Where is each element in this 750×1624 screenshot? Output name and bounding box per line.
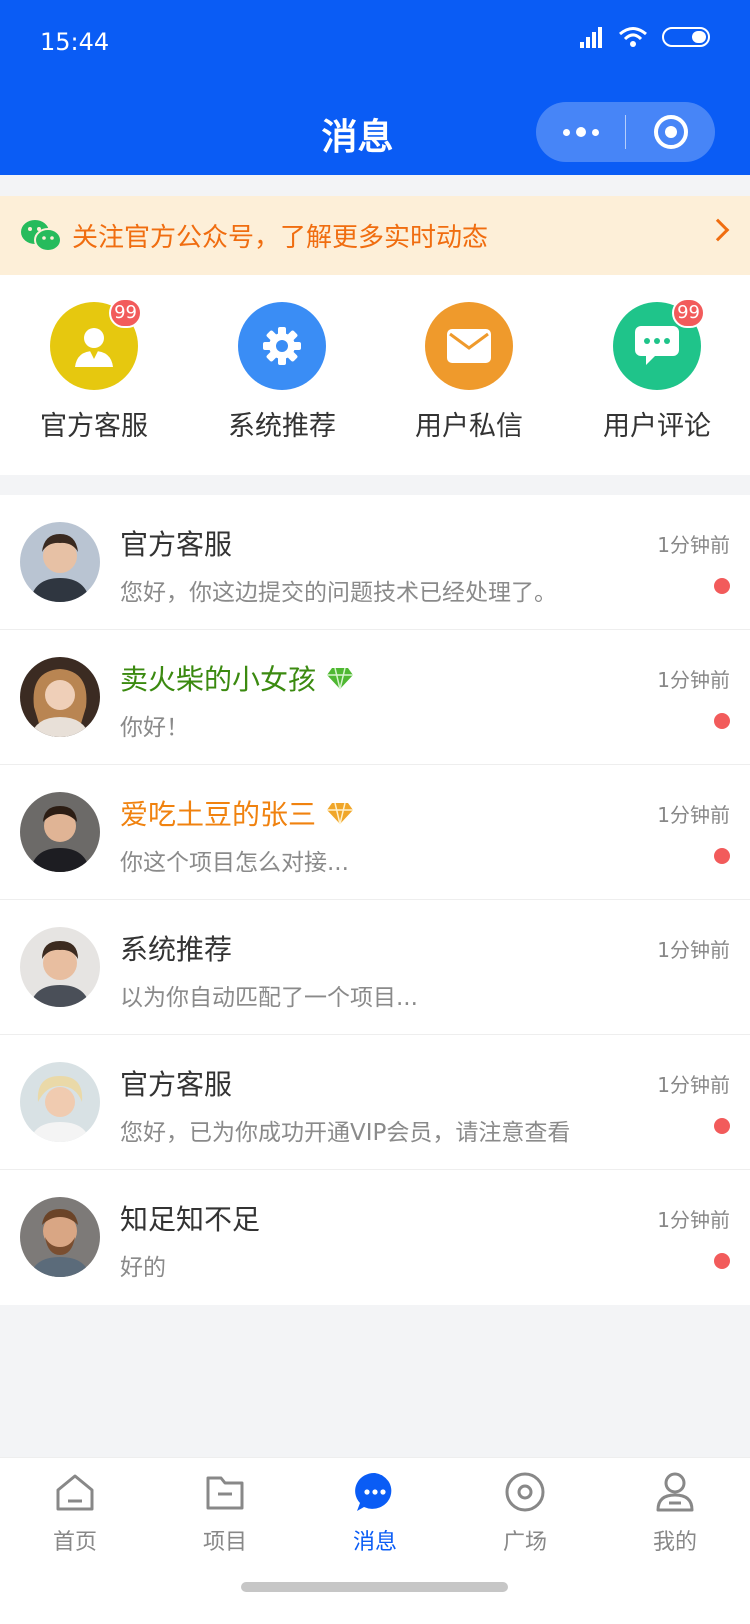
quick-label: 用户评论 <box>603 411 711 442</box>
tab-home[interactable]: 首页 <box>25 1470 125 1556</box>
close-button[interactable] <box>626 115 715 149</box>
follow-official-account-banner[interactable]: 关注官方公众号，了解更多实时动态 <box>0 196 750 275</box>
unread-dot <box>714 578 730 594</box>
wechat-icon <box>21 219 62 252</box>
message-row[interactable]: 卖火柴的小女孩 1分钟前 你好！ <box>0 630 750 765</box>
plaza-target-icon <box>505 1472 545 1512</box>
message-preview: 您好，你这边提交的问题技术已经处理了。 <box>120 580 557 606</box>
app-header: 15:44 消息 <box>0 0 750 175</box>
tab-plaza[interactable]: 广场 <box>475 1470 575 1556</box>
message-row[interactable]: 爱吃土豆的张三 1分钟前 你这个项目怎么对接... <box>0 765 750 900</box>
folder-icon <box>206 1476 244 1510</box>
contact-name: 卖火柴的小女孩 <box>120 658 354 698</box>
message-row[interactable]: 知足知不足 1分钟前 好的 <box>0 1170 750 1305</box>
mini-program-capsule <box>536 102 715 162</box>
chat-bubble-icon: 99 <box>613 298 705 390</box>
chevron-right-icon <box>706 218 730 242</box>
avatar <box>20 1062 100 1142</box>
quick-label: 系统推荐 <box>228 411 336 442</box>
message-preview: 你好！ <box>120 715 189 741</box>
message-time: 1分钟前 <box>657 533 730 557</box>
message-time: 1分钟前 <box>657 1073 730 1097</box>
home-icon <box>56 1474 94 1511</box>
avatar <box>20 1197 100 1277</box>
quick-label: 官方客服 <box>40 411 148 442</box>
message-time: 1分钟前 <box>657 938 730 962</box>
contact-name: 系统推荐 <box>120 933 233 966</box>
tab-label: 消息 <box>352 1530 397 1555</box>
tab-label: 我的 <box>652 1530 697 1555</box>
tab-profile[interactable]: 我的 <box>625 1470 725 1556</box>
support-agent-icon: 99 <box>50 298 142 390</box>
avatar <box>20 522 100 602</box>
close-target-icon <box>653 115 688 149</box>
quick-user-comments[interactable]: 99 用户评论 <box>587 298 727 443</box>
gear-icon <box>238 302 326 390</box>
unread-badge: 99 <box>672 298 705 328</box>
status-time: 15:44 <box>40 28 110 56</box>
message-time: 1分钟前 <box>657 668 730 692</box>
message-list: 官方客服 1分钟前 您好，你这边提交的问题技术已经处理了。 卖火柴的小女孩 1分… <box>0 495 750 1305</box>
notice-text: 关注官方公众号，了解更多实时动态 <box>72 223 489 253</box>
mail-icon <box>425 302 513 390</box>
quick-actions: 99 官方客服 系统推荐 用户私信 99 用户评论 <box>0 275 750 475</box>
tab-messages[interactable]: 消息 <box>325 1470 425 1556</box>
contact-name: 爱吃土豆的张三 <box>120 793 354 833</box>
avatar <box>20 927 100 1007</box>
tab-label: 首页 <box>52 1530 97 1555</box>
profile-icon <box>656 1472 694 1512</box>
message-icon <box>355 1472 392 1511</box>
contact-name: 知足知不足 <box>120 1203 261 1236</box>
orange-diamond-icon <box>327 802 354 825</box>
contact-name: 官方客服 <box>120 528 233 561</box>
home-indicator <box>241 1582 508 1592</box>
signal-icon <box>580 26 604 48</box>
avatar <box>20 657 100 737</box>
message-time: 1分钟前 <box>657 803 730 827</box>
unread-dot <box>714 1253 730 1269</box>
more-dots-icon <box>562 127 599 137</box>
quick-system-recommend[interactable]: 系统推荐 <box>212 302 352 443</box>
wifi-icon <box>619 27 647 47</box>
message-row[interactable]: 官方客服 1分钟前 您好，已为你成功开通VIP会员，请注意查看 <box>0 1035 750 1170</box>
unread-badge: 99 <box>109 298 142 328</box>
battery-icon <box>662 27 710 47</box>
quick-official-service[interactable]: 99 官方客服 <box>24 298 164 443</box>
tab-label: 广场 <box>502 1530 547 1555</box>
bottom-tab-bar: 首页 项目 消息 广场 我的 <box>0 1457 750 1624</box>
green-diamond-icon <box>327 667 354 690</box>
tab-projects[interactable]: 项目 <box>175 1470 275 1556</box>
message-preview: 以为你自动匹配了一个项目... <box>120 985 418 1011</box>
unread-dot <box>714 1118 730 1134</box>
more-button[interactable] <box>536 127 625 137</box>
message-preview: 你这个项目怎么对接... <box>120 850 349 876</box>
avatar <box>20 792 100 872</box>
quick-label: 用户私信 <box>415 411 523 442</box>
message-preview: 您好，已为你成功开通VIP会员，请注意查看 <box>120 1120 571 1146</box>
unread-dot <box>714 848 730 864</box>
message-row[interactable]: 系统推荐 1分钟前 以为你自动匹配了一个项目... <box>0 900 750 1035</box>
quick-user-private-message[interactable]: 用户私信 <box>399 302 539 443</box>
status-icons <box>580 26 710 48</box>
message-row[interactable]: 官方客服 1分钟前 您好，你这边提交的问题技术已经处理了。 <box>0 495 750 630</box>
contact-name: 官方客服 <box>120 1068 233 1101</box>
message-preview: 好的 <box>120 1255 166 1281</box>
unread-dot <box>714 713 730 729</box>
tab-label: 项目 <box>202 1530 247 1555</box>
message-time: 1分钟前 <box>657 1208 730 1232</box>
